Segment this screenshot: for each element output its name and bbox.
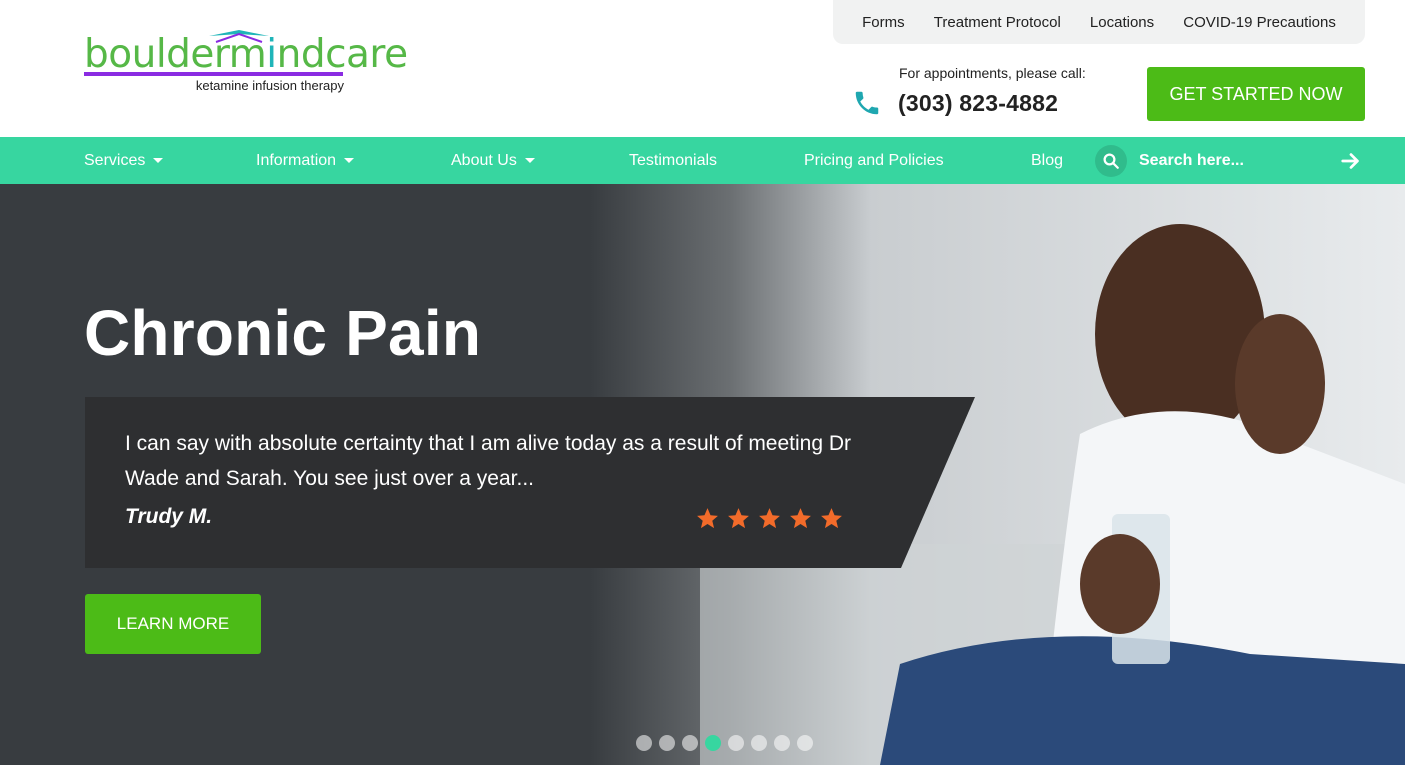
testimonial-author: Trudy M.	[125, 505, 213, 528]
nav-item-label: Testimonials	[629, 151, 718, 169]
slider-dot-active[interactable]	[705, 735, 721, 751]
star-icon	[821, 508, 842, 529]
nav-item-label: Services	[84, 151, 146, 169]
nav-item-information[interactable]: Information	[256, 137, 355, 184]
slider-dot[interactable]	[797, 735, 813, 751]
get-started-button[interactable]: GET STARTED NOW	[1147, 67, 1365, 121]
logo-underline	[84, 72, 343, 76]
hero-title: Chronic Pain	[84, 297, 482, 369]
slider-dot[interactable]	[751, 735, 767, 751]
appointment-label: For appointments, please call:	[899, 65, 1086, 81]
slider-dot[interactable]	[774, 735, 790, 751]
testimonial-quote: I can say with absolute certainty that I…	[125, 432, 852, 490]
nav-item-blog[interactable]: Blog	[1031, 137, 1063, 184]
nav-item-label: Blog	[1031, 151, 1064, 169]
nav-item-testimonials[interactable]: Testimonials	[629, 137, 717, 184]
star-icon	[759, 508, 780, 529]
topbar-link-covid[interactable]: COVID-19 Precautions	[1183, 14, 1336, 31]
nav-item-label: Pricing and Policies	[804, 151, 944, 169]
slider-dot[interactable]	[682, 735, 698, 751]
nav-item-label: About Us	[451, 151, 517, 169]
logo-text-part3: ndcare	[276, 32, 409, 77]
search-input[interactable]	[1132, 145, 1332, 177]
arrow-right-icon[interactable]	[1340, 150, 1362, 172]
logo[interactable]: bouldermindcare ketamine infusion therap…	[84, 30, 408, 100]
rating-stars	[695, 506, 844, 531]
star-icon	[728, 508, 749, 529]
top-utility-bar: Forms Treatment Protocol Locations COVID…	[833, 0, 1365, 44]
logo-text-part2: i	[266, 32, 277, 77]
slider-dot[interactable]	[659, 735, 675, 751]
search-icon[interactable]	[1095, 145, 1127, 177]
caret-down-icon	[344, 158, 355, 163]
slider-dot[interactable]	[636, 735, 652, 751]
slider-dot[interactable]	[728, 735, 744, 751]
star-icon	[697, 508, 718, 529]
learn-more-button[interactable]: LEARN MORE	[85, 594, 261, 654]
nav-item-about-us[interactable]: About Us	[451, 137, 535, 184]
star-icon	[790, 508, 811, 529]
topbar-link-locations[interactable]: Locations	[1090, 14, 1154, 31]
logo-text-part1: boulderm	[84, 32, 267, 77]
slider-dots	[636, 735, 813, 751]
phone-icon[interactable]	[852, 88, 882, 118]
nav-item-services[interactable]: Services	[84, 137, 164, 184]
topbar-link-forms[interactable]: Forms	[862, 14, 905, 31]
topbar-link-treatment-protocol[interactable]: Treatment Protocol	[934, 14, 1061, 31]
caret-down-icon	[524, 158, 535, 163]
nav-item-label: Information	[256, 151, 337, 169]
logo-tagline: ketamine infusion therapy	[195, 78, 344, 93]
site-header: bouldermindcare ketamine infusion therap…	[0, 0, 1405, 137]
caret-down-icon	[153, 158, 164, 163]
phone-number[interactable]: (303) 823-4882	[898, 90, 1058, 117]
nav-item-pricing[interactable]: Pricing and Policies	[804, 137, 944, 184]
